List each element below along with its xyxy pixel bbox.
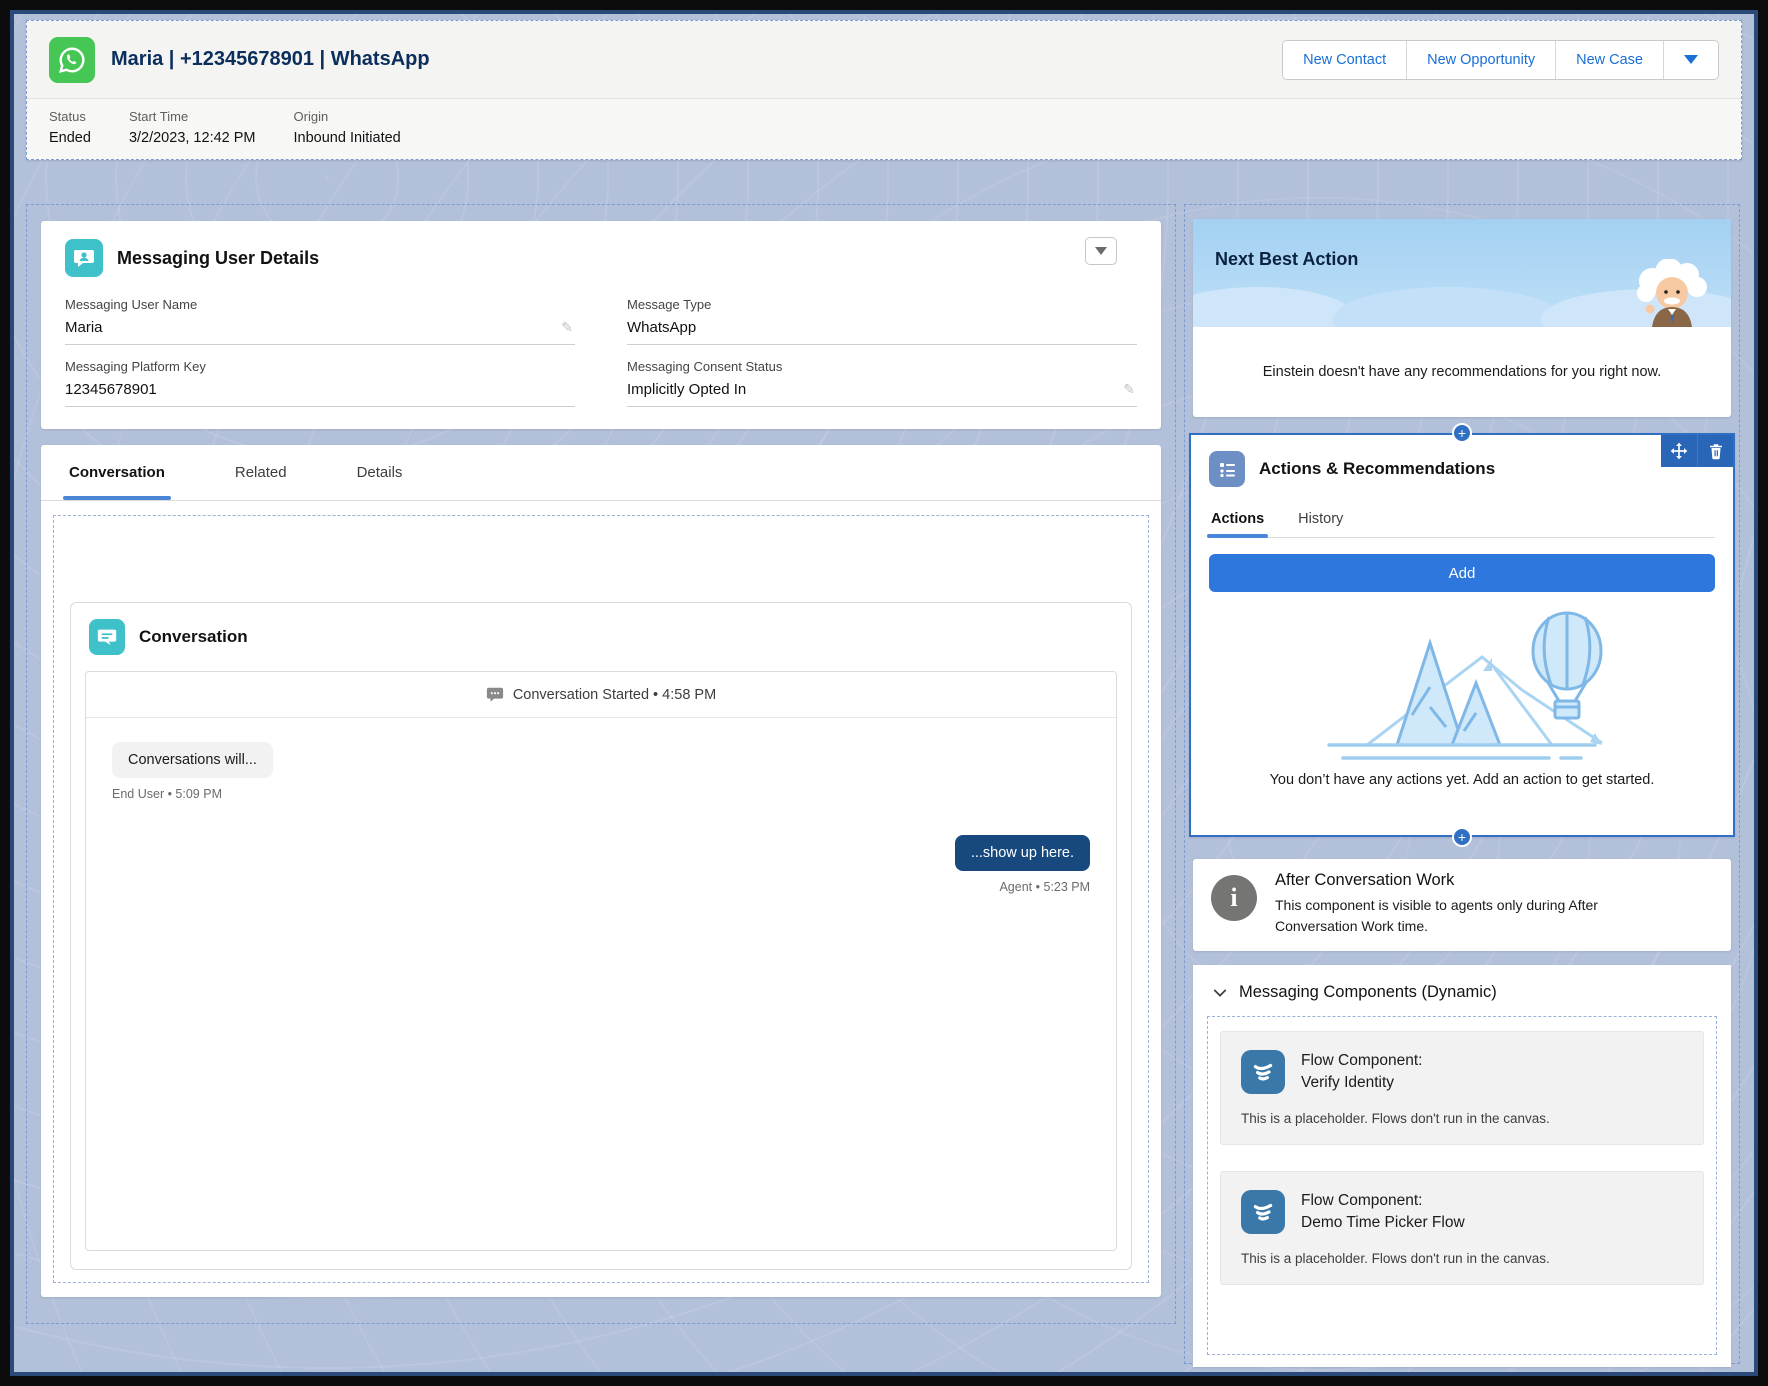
start-time-field: Start Time 3/2/2023, 12:42 PM [129,109,256,146]
page-title: Maria | +12345678901 | WhatsApp [111,48,430,71]
record-tabs-card: Conversation Related Details Co [41,445,1161,1297]
new-case-button[interactable]: New Case [1556,41,1664,79]
conversation-log: Conversation Started • 4:58 PM Conversat… [85,671,1117,1251]
record-meta-row: Status Ended Start Time 3/2/2023, 12:42 … [27,99,1741,146]
tab-conversation[interactable]: Conversation [67,445,167,500]
next-best-action-title: Next Best Action [1215,249,1358,270]
conversation-started-row: Conversation Started • 4:58 PM [86,672,1116,718]
chevron-down-icon[interactable] [1213,986,1227,1000]
after-conversation-work-card: i After Conversation Work This component… [1193,859,1731,951]
actions-empty-text: You don’t have any actions yet. Add an a… [1209,772,1715,788]
screenshot-frame: Maria | +12345678901 | WhatsApp New Cont… [0,0,1768,1386]
tab-actions[interactable]: Actions [1209,505,1266,537]
field-message-type: Message Type WhatsApp [627,297,1137,345]
edit-pencil-icon[interactable]: ✎ [561,319,573,336]
chevron-down-icon [1684,55,1698,64]
flow-placeholder-text: This is a placeholder. Flows don't run i… [1241,1111,1683,1126]
field-messaging-consent-status: Messaging Consent Status Implicitly Opte… [627,359,1137,407]
record-tabset: Conversation Related Details [41,445,1161,501]
status-field: Status Ended [49,109,91,146]
flow-placeholder-text: This is a placeholder. Flows don't run i… [1241,1251,1683,1266]
conversation-icon [89,619,125,655]
move-component-icon[interactable] [1661,435,1697,467]
delete-component-icon[interactable] [1697,435,1733,467]
flow-component-verify-identity[interactable]: Flow Component: Verify Identity This is … [1220,1031,1704,1145]
messaging-components-panel: Messaging Components (Dynamic) Flow Comp… [1193,965,1731,1367]
new-contact-button[interactable]: New Contact [1283,41,1407,79]
messaging-components-title: Messaging Components (Dynamic) [1239,983,1497,1002]
card-actions-dropdown[interactable] [1085,237,1117,265]
main-region: Messaging User Details Messaging User Na… [26,204,1176,1324]
flow-icon [1241,1190,1285,1234]
new-opportunity-button[interactable]: New Opportunity [1407,41,1556,79]
message-meta: End User • 5:09 PM [112,787,1090,801]
conversation-started-text: Conversation Started • 4:58 PM [513,687,716,703]
messaging-user-details-card: Messaging User Details Messaging User Na… [41,221,1161,429]
whatsapp-icon [49,37,95,83]
edit-pencil-icon[interactable]: ✎ [1123,381,1135,398]
chat-bubble-icon [486,686,504,704]
message-outbound: ...show up here. Agent • 5:23 PM [112,835,1090,894]
empty-state-illustration [1209,592,1715,770]
highlights-panel: Maria | +12345678901 | WhatsApp New Cont… [26,20,1742,160]
field-label: Message Type [627,297,1137,312]
message-bubble: Conversations will... [112,742,273,778]
tab-related[interactable]: Related [233,445,289,500]
field-label: Messaging Consent Status [627,359,1137,374]
message-bubble: ...show up here. [955,835,1090,871]
actions-recommendations-title: Actions & Recommendations [1259,459,1495,479]
field-value: 12345678901 [65,381,575,398]
message-meta: Agent • 5:23 PM [112,880,1090,894]
conversation-component: Conversation Conversation Started • 4:58… [70,602,1132,1270]
add-component-icon[interactable]: + [1452,827,1472,847]
actions-recommendations-icon [1209,451,1245,487]
acw-description: This component is visible to agents only… [1275,895,1645,937]
flow-component-demo-time-picker[interactable]: Flow Component: Demo Time Picker Flow Th… [1220,1171,1704,1285]
start-time-label: Start Time [129,109,256,124]
record-action-buttons: New Contact New Opportunity New Case [1282,40,1719,80]
field-messaging-user-name: Messaging User Name Maria ✎ [65,297,575,345]
origin-label: Origin [294,109,401,124]
conversation-tab-panel: Conversation Conversation Started • 4:58… [53,515,1149,1283]
next-best-action-header: Next Best Action [1193,219,1731,327]
nba-empty-text: Einstein doesn't have any recommendation… [1263,364,1662,380]
component-toolbar [1661,435,1733,467]
field-label: Messaging User Name [65,297,575,312]
actions-tabset: Actions History [1209,505,1715,538]
add-action-button[interactable]: Add [1209,554,1715,592]
origin-field: Origin Inbound Initiated [294,109,401,146]
app-builder-canvas: Maria | +12345678901 | WhatsApp New Cont… [10,10,1758,1376]
field-value: WhatsApp [627,319,1137,336]
flow-component-title: Flow Component: Demo Time Picker Flow [1301,1190,1465,1235]
chevron-down-icon [1095,247,1107,255]
add-component-icon[interactable]: + [1452,423,1472,443]
record-title-row: Maria | +12345678901 | WhatsApp New Cont… [27,21,1741,99]
field-value: Implicitly Opted In [627,381,1137,398]
next-best-action-card: Next Best Action Einstein doesn't have a… [1193,219,1731,417]
status-value: Ended [49,130,91,146]
flow-icon [1241,1050,1285,1094]
actions-recommendations-card: + + [1189,433,1735,837]
messaging-components-list: Flow Component: Verify Identity This is … [1207,1016,1717,1355]
start-time-value: 3/2/2023, 12:42 PM [129,130,256,146]
tab-details[interactable]: Details [355,445,405,500]
cloud-shape [1333,287,1563,327]
cloud-shape [1193,287,1353,327]
field-value: Maria [65,319,575,336]
conversation-title: Conversation [139,627,248,647]
tab-history[interactable]: History [1296,505,1345,537]
einstein-mascot [1627,259,1719,327]
status-label: Status [49,109,91,124]
acw-title: After Conversation Work [1275,871,1645,890]
origin-value: Inbound Initiated [294,130,401,146]
field-label: Messaging Platform Key [65,359,575,374]
info-icon: i [1211,875,1257,921]
card-title: Messaging User Details [117,248,319,269]
message-inbound: Conversations will... End User • 5:09 PM [112,742,1090,801]
flow-component-title: Flow Component: Verify Identity [1301,1050,1422,1095]
messaging-user-icon [65,239,103,277]
field-messaging-platform-key: Messaging Platform Key 12345678901 [65,359,575,407]
more-actions-dropdown[interactable] [1664,41,1718,79]
sidebar-region: Next Best Action Einstein doesn't have a… [1184,204,1740,1364]
